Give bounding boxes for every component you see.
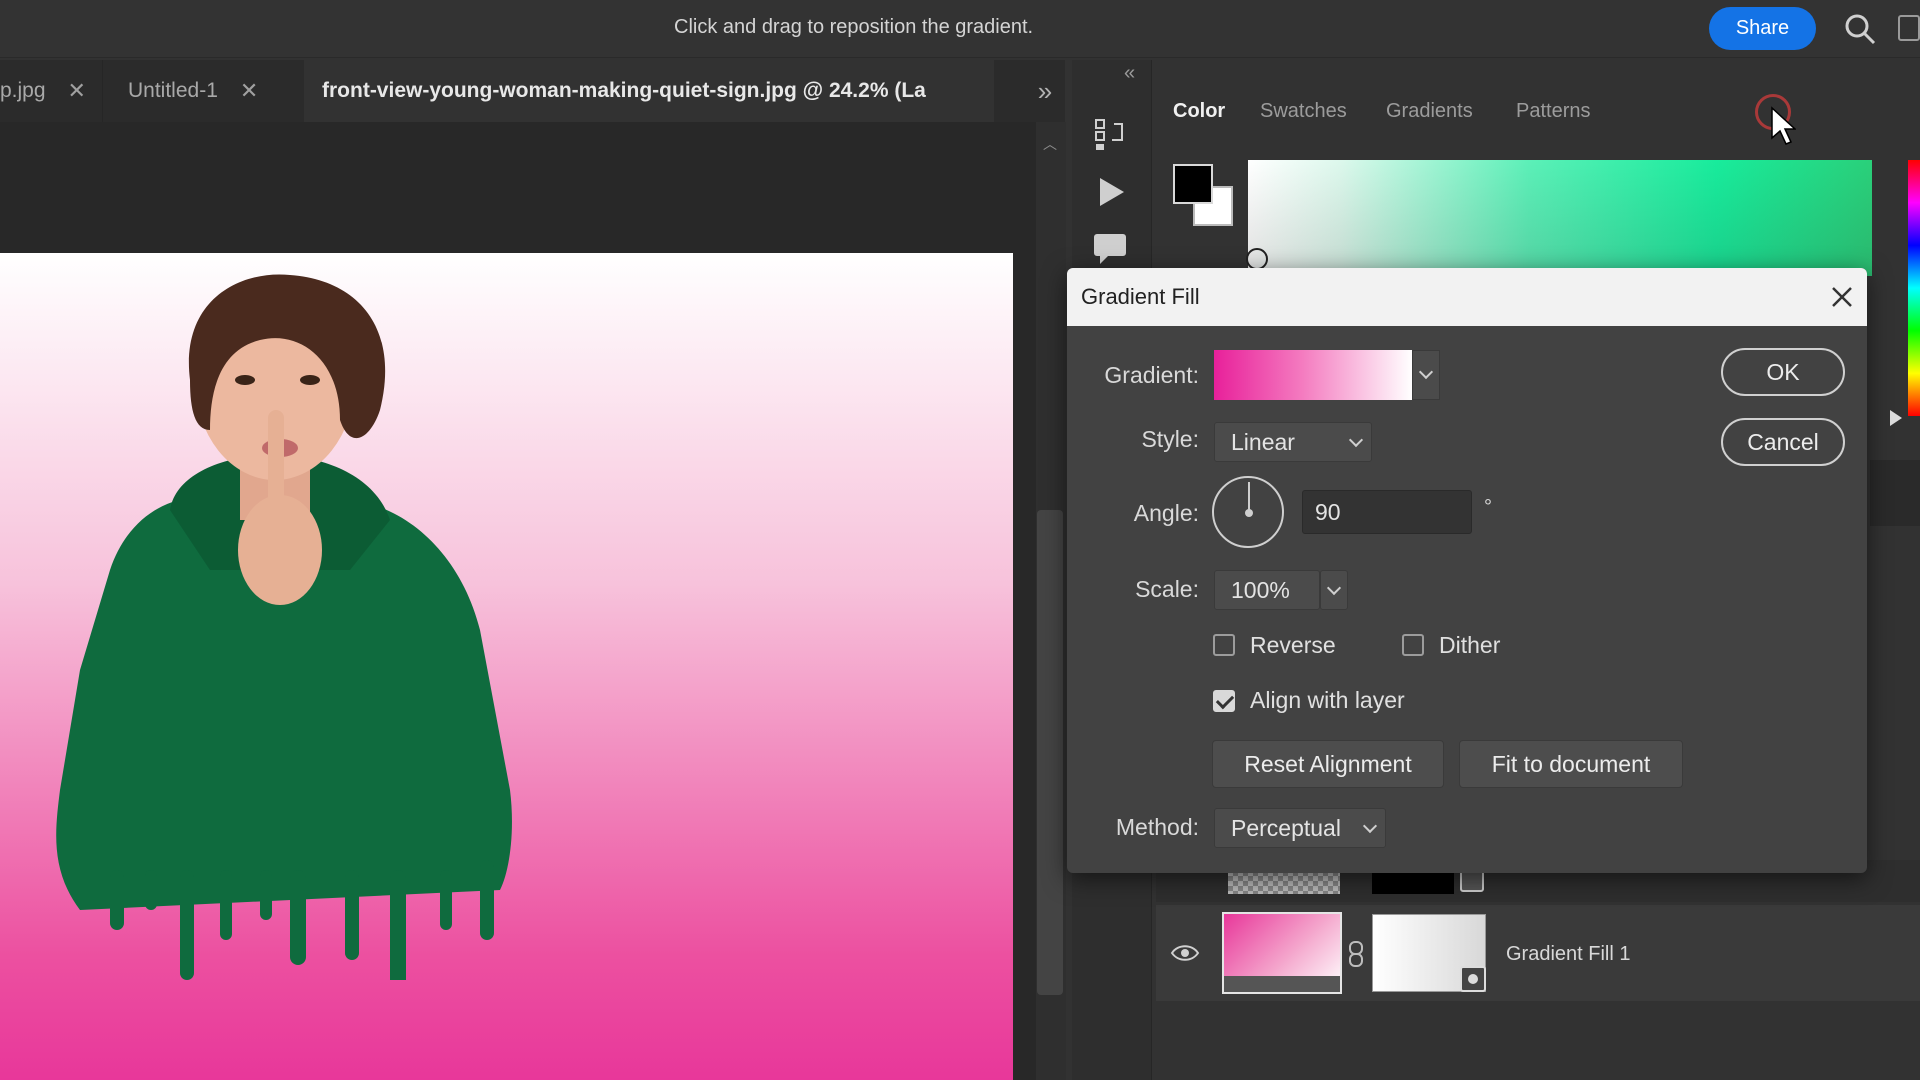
style-label: Style: <box>1141 426 1199 452</box>
angle-label: Angle: <box>1133 500 1199 526</box>
angle-input[interactable]: 90 <box>1302 490 1472 534</box>
tab-label: Untitled-1 <box>128 79 218 102</box>
gradient-fill-dialog: Gradient Fill Gradient: Style: Linear An… <box>1067 268 1867 873</box>
status-hint: Click and drag to reposition the gradien… <box>674 16 1034 38</box>
dither-label[interactable]: Dither <box>1439 632 1500 659</box>
chevron-down-icon <box>1362 818 1378 834</box>
cursor-icon <box>1771 106 1796 145</box>
dither-checkbox[interactable] <box>1402 634 1424 656</box>
play-icon[interactable] <box>1090 172 1130 212</box>
tab-label: front-view-young-woman-making-quiet-sign… <box>322 79 926 102</box>
chevron-down-icon <box>1326 580 1342 596</box>
chevron-up-icon[interactable]: ︿ <box>1043 134 1057 154</box>
mask-badge-icon <box>1460 966 1486 992</box>
scale-dropdown[interactable] <box>1320 570 1348 610</box>
layer-name[interactable]: Gradient Fill 1 <box>1506 943 1631 966</box>
panel-side-block <box>1870 460 1920 526</box>
gradient-thumbnail-bar <box>1224 976 1340 992</box>
scale-label: Scale: <box>1135 576 1199 602</box>
align-with-layer-label[interactable]: Align with layer <box>1250 687 1405 714</box>
mask-badge-icon <box>1460 870 1484 892</box>
history-icon[interactable] <box>1090 114 1130 154</box>
cancel-button[interactable]: Cancel <box>1721 418 1845 466</box>
photoshop-window: Click and drag to reposition the gradien… <box>0 0 1920 1080</box>
style-value: Linear <box>1231 429 1295 455</box>
foreground-color-swatch[interactable] <box>1173 164 1213 204</box>
angle-dial[interactable] <box>1212 476 1284 548</box>
share-button[interactable]: Share <box>1709 7 1816 50</box>
reset-alignment-button[interactable]: Reset Alignment <box>1212 740 1444 788</box>
degree-symbol: ° <box>1484 496 1492 518</box>
top-bar: Click and drag to reposition the gradien… <box>0 0 1920 58</box>
method-value: Perceptual <box>1231 815 1341 841</box>
color-picker-field[interactable] <box>1248 160 1872 276</box>
link-icon[interactable] <box>1347 940 1365 968</box>
align-with-layer-checkbox[interactable] <box>1213 690 1235 712</box>
fit-to-document-button[interactable]: Fit to document <box>1459 740 1683 788</box>
gradient-dropdown[interactable] <box>1412 350 1440 400</box>
style-select[interactable]: Linear <box>1214 422 1372 462</box>
close-icon[interactable]: ✕ <box>68 78 86 104</box>
tab-untitled-1[interactable]: Untitled-1 ✕ <box>102 60 302 122</box>
scale-value: 100% <box>1231 577 1290 603</box>
close-icon[interactable] <box>1829 284 1855 310</box>
tab-overflow-icon[interactable]: » <box>1030 76 1060 106</box>
tab-gradients[interactable]: Gradients <box>1386 100 1473 123</box>
color-field-cursor[interactable] <box>1246 248 1268 270</box>
chevron-down-icon <box>1348 432 1364 448</box>
dialog-title: Gradient Fill <box>1081 284 1200 309</box>
scrollbar-thumb[interactable] <box>1037 510 1063 995</box>
search-icon[interactable] <box>1842 11 1878 47</box>
close-icon[interactable]: ✕ <box>240 78 258 104</box>
reverse-label[interactable]: Reverse <box>1250 632 1336 659</box>
tab-active-document[interactable]: front-view-young-woman-making-quiet-sign… <box>304 60 994 122</box>
reverse-checkbox[interactable] <box>1213 634 1235 656</box>
dialog-title-bar[interactable]: Gradient Fill <box>1067 268 1867 326</box>
hue-slider[interactable] <box>1908 160 1920 416</box>
gradient-preview[interactable] <box>1214 350 1412 400</box>
tab-document-1[interactable]: p.jpg ✕ <box>0 60 96 122</box>
tab-patterns[interactable]: Patterns <box>1516 100 1590 123</box>
comment-icon[interactable] <box>1090 228 1130 268</box>
tab-label: p.jpg <box>0 79 46 102</box>
gradient-label: Gradient: <box>1104 362 1199 388</box>
tab-swatches[interactable]: Swatches <box>1260 100 1347 123</box>
panel-toggle-icon[interactable] <box>1898 15 1920 41</box>
method-label: Method: <box>1115 814 1199 840</box>
tab-color[interactable]: Color <box>1173 100 1225 123</box>
hue-slider-handle[interactable] <box>1890 410 1902 426</box>
collapse-panels-icon[interactable]: « <box>1124 62 1135 85</box>
document-tabs: p.jpg ✕ Untitled-1 ✕ front-view-young-wo… <box>0 60 1065 122</box>
chevron-down-icon <box>1418 364 1434 380</box>
method-select[interactable]: Perceptual <box>1214 808 1386 848</box>
scale-select[interactable]: 100% <box>1214 570 1320 610</box>
eye-icon[interactable] <box>1170 942 1200 964</box>
ok-button[interactable]: OK <box>1721 348 1845 396</box>
woman-photo <box>56 274 512 980</box>
